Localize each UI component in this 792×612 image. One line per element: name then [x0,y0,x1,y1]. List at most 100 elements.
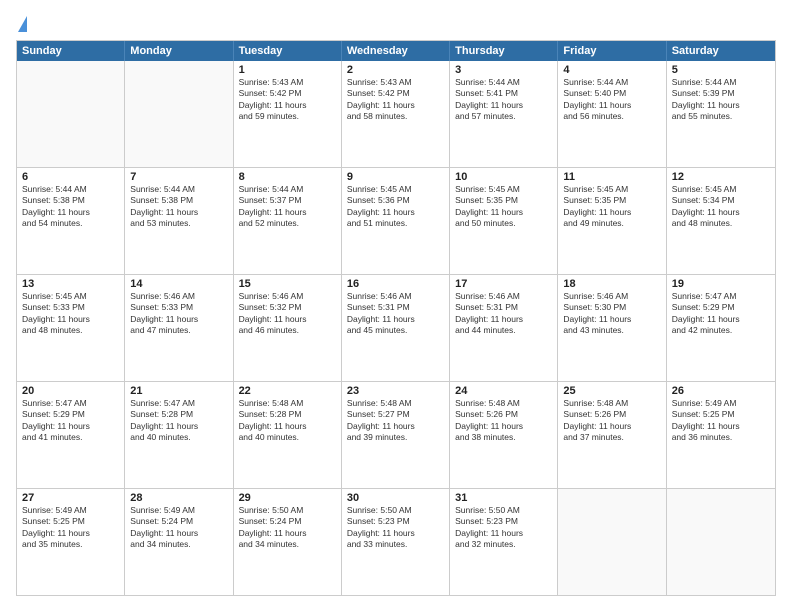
day-info: Sunrise: 5:45 AMSunset: 5:36 PMDaylight:… [347,184,444,230]
day-number: 21 [130,385,227,397]
day-number: 2 [347,64,444,76]
day-info: Sunrise: 5:50 AMSunset: 5:24 PMDaylight:… [239,505,336,551]
calendar-row-3: 20Sunrise: 5:47 AMSunset: 5:29 PMDayligh… [17,381,775,488]
weekday-header-wednesday: Wednesday [342,41,450,61]
logo-triangle-icon [18,16,27,32]
header [16,16,776,32]
day-number: 23 [347,385,444,397]
day-cell-16: 16Sunrise: 5:46 AMSunset: 5:31 PMDayligh… [342,275,450,381]
day-info: Sunrise: 5:46 AMSunset: 5:33 PMDaylight:… [130,291,227,337]
day-info: Sunrise: 5:48 AMSunset: 5:28 PMDaylight:… [239,398,336,444]
empty-cell [17,61,125,167]
day-cell-11: 11Sunrise: 5:45 AMSunset: 5:35 PMDayligh… [558,168,666,274]
day-number: 20 [22,385,119,397]
day-cell-30: 30Sunrise: 5:50 AMSunset: 5:23 PMDayligh… [342,489,450,595]
calendar-row-4: 27Sunrise: 5:49 AMSunset: 5:25 PMDayligh… [17,488,775,595]
day-number: 22 [239,385,336,397]
day-number: 1 [239,64,336,76]
day-info: Sunrise: 5:44 AMSunset: 5:40 PMDaylight:… [563,77,660,123]
day-cell-15: 15Sunrise: 5:46 AMSunset: 5:32 PMDayligh… [234,275,342,381]
day-info: Sunrise: 5:46 AMSunset: 5:31 PMDaylight:… [455,291,552,337]
day-cell-17: 17Sunrise: 5:46 AMSunset: 5:31 PMDayligh… [450,275,558,381]
day-info: Sunrise: 5:43 AMSunset: 5:42 PMDaylight:… [239,77,336,123]
day-cell-18: 18Sunrise: 5:46 AMSunset: 5:30 PMDayligh… [558,275,666,381]
day-info: Sunrise: 5:47 AMSunset: 5:29 PMDaylight:… [672,291,770,337]
day-number: 18 [563,278,660,290]
day-info: Sunrise: 5:49 AMSunset: 5:24 PMDaylight:… [130,505,227,551]
day-cell-29: 29Sunrise: 5:50 AMSunset: 5:24 PMDayligh… [234,489,342,595]
day-number: 14 [130,278,227,290]
day-number: 11 [563,171,660,183]
calendar-header: SundayMondayTuesdayWednesdayThursdayFrid… [17,41,775,61]
day-info: Sunrise: 5:44 AMSunset: 5:38 PMDaylight:… [130,184,227,230]
day-number: 29 [239,492,336,504]
day-cell-2: 2Sunrise: 5:43 AMSunset: 5:42 PMDaylight… [342,61,450,167]
day-cell-6: 6Sunrise: 5:44 AMSunset: 5:38 PMDaylight… [17,168,125,274]
weekday-header-tuesday: Tuesday [234,41,342,61]
day-info: Sunrise: 5:45 AMSunset: 5:35 PMDaylight:… [563,184,660,230]
day-number: 4 [563,64,660,76]
day-number: 31 [455,492,552,504]
day-number: 6 [22,171,119,183]
day-info: Sunrise: 5:44 AMSunset: 5:38 PMDaylight:… [22,184,119,230]
day-number: 24 [455,385,552,397]
day-info: Sunrise: 5:48 AMSunset: 5:27 PMDaylight:… [347,398,444,444]
calendar-row-0: 1Sunrise: 5:43 AMSunset: 5:42 PMDaylight… [17,61,775,167]
day-info: Sunrise: 5:49 AMSunset: 5:25 PMDaylight:… [22,505,119,551]
day-cell-24: 24Sunrise: 5:48 AMSunset: 5:26 PMDayligh… [450,382,558,488]
day-number: 5 [672,64,770,76]
day-number: 13 [22,278,119,290]
day-number: 10 [455,171,552,183]
day-cell-23: 23Sunrise: 5:48 AMSunset: 5:27 PMDayligh… [342,382,450,488]
day-number: 26 [672,385,770,397]
weekday-header-saturday: Saturday [667,41,775,61]
day-number: 8 [239,171,336,183]
day-cell-5: 5Sunrise: 5:44 AMSunset: 5:39 PMDaylight… [667,61,775,167]
weekday-header-friday: Friday [558,41,666,61]
day-info: Sunrise: 5:50 AMSunset: 5:23 PMDaylight:… [347,505,444,551]
day-number: 9 [347,171,444,183]
day-cell-19: 19Sunrise: 5:47 AMSunset: 5:29 PMDayligh… [667,275,775,381]
day-number: 25 [563,385,660,397]
day-cell-9: 9Sunrise: 5:45 AMSunset: 5:36 PMDaylight… [342,168,450,274]
calendar: SundayMondayTuesdayWednesdayThursdayFrid… [16,40,776,596]
day-info: Sunrise: 5:46 AMSunset: 5:30 PMDaylight:… [563,291,660,337]
day-number: 17 [455,278,552,290]
day-cell-8: 8Sunrise: 5:44 AMSunset: 5:37 PMDaylight… [234,168,342,274]
day-info: Sunrise: 5:49 AMSunset: 5:25 PMDaylight:… [672,398,770,444]
day-number: 7 [130,171,227,183]
calendar-body: 1Sunrise: 5:43 AMSunset: 5:42 PMDaylight… [17,61,775,595]
logo [16,16,27,32]
day-cell-3: 3Sunrise: 5:44 AMSunset: 5:41 PMDaylight… [450,61,558,167]
day-number: 28 [130,492,227,504]
day-cell-26: 26Sunrise: 5:49 AMSunset: 5:25 PMDayligh… [667,382,775,488]
day-number: 30 [347,492,444,504]
weekday-header-sunday: Sunday [17,41,125,61]
page: SundayMondayTuesdayWednesdayThursdayFrid… [0,0,792,612]
empty-cell [125,61,233,167]
day-cell-4: 4Sunrise: 5:44 AMSunset: 5:40 PMDaylight… [558,61,666,167]
day-cell-7: 7Sunrise: 5:44 AMSunset: 5:38 PMDaylight… [125,168,233,274]
day-number: 12 [672,171,770,183]
calendar-row-2: 13Sunrise: 5:45 AMSunset: 5:33 PMDayligh… [17,274,775,381]
day-info: Sunrise: 5:46 AMSunset: 5:31 PMDaylight:… [347,291,444,337]
day-cell-20: 20Sunrise: 5:47 AMSunset: 5:29 PMDayligh… [17,382,125,488]
day-info: Sunrise: 5:44 AMSunset: 5:37 PMDaylight:… [239,184,336,230]
day-number: 15 [239,278,336,290]
day-info: Sunrise: 5:45 AMSunset: 5:35 PMDaylight:… [455,184,552,230]
day-number: 3 [455,64,552,76]
day-info: Sunrise: 5:48 AMSunset: 5:26 PMDaylight:… [455,398,552,444]
day-cell-1: 1Sunrise: 5:43 AMSunset: 5:42 PMDaylight… [234,61,342,167]
weekday-header-monday: Monday [125,41,233,61]
day-info: Sunrise: 5:45 AMSunset: 5:34 PMDaylight:… [672,184,770,230]
day-cell-31: 31Sunrise: 5:50 AMSunset: 5:23 PMDayligh… [450,489,558,595]
day-cell-22: 22Sunrise: 5:48 AMSunset: 5:28 PMDayligh… [234,382,342,488]
day-cell-25: 25Sunrise: 5:48 AMSunset: 5:26 PMDayligh… [558,382,666,488]
day-cell-27: 27Sunrise: 5:49 AMSunset: 5:25 PMDayligh… [17,489,125,595]
day-number: 27 [22,492,119,504]
day-cell-14: 14Sunrise: 5:46 AMSunset: 5:33 PMDayligh… [125,275,233,381]
day-info: Sunrise: 5:44 AMSunset: 5:41 PMDaylight:… [455,77,552,123]
day-info: Sunrise: 5:50 AMSunset: 5:23 PMDaylight:… [455,505,552,551]
day-info: Sunrise: 5:44 AMSunset: 5:39 PMDaylight:… [672,77,770,123]
calendar-row-1: 6Sunrise: 5:44 AMSunset: 5:38 PMDaylight… [17,167,775,274]
